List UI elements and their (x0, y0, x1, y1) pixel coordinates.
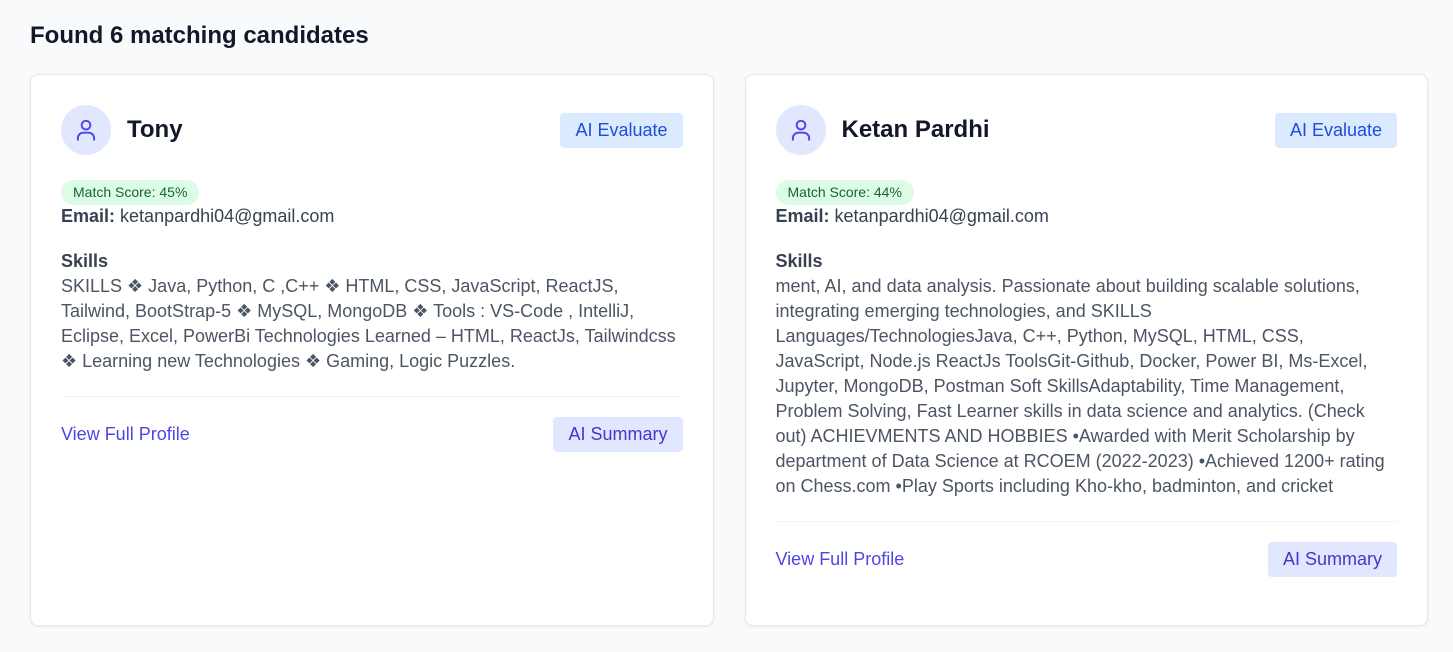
email-line: Email: ketanpardhi04@gmail.com (61, 205, 683, 227)
user-icon (791, 119, 810, 141)
candidate-identity: Ketan Pardhi (775, 105, 990, 155)
candidate-name: Tony (127, 116, 183, 143)
skills-section: Skills SKILLS ❖ Java, Python, C ,C++ ❖ H… (61, 249, 683, 397)
match-score-badge: Match Score: 44% (775, 180, 914, 205)
ai-summary-button[interactable]: AI Summary (1267, 541, 1397, 577)
card-header: Ketan Pardhi AI Evaluate (775, 105, 1397, 155)
results-page: Found 6 matching candidates Tony AI Eval… (0, 0, 1453, 652)
ai-summary-button[interactable]: AI Summary (553, 416, 683, 452)
card-header: Tony AI Evaluate (61, 105, 683, 155)
ai-evaluate-button[interactable]: AI Evaluate (1274, 112, 1397, 148)
view-full-profile-link[interactable]: View Full Profile (61, 424, 190, 445)
candidate-card: Ketan Pardhi AI Evaluate Match Score: 44… (744, 74, 1428, 626)
user-icon (76, 119, 96, 141)
ai-evaluate-button[interactable]: AI Evaluate (560, 112, 683, 148)
email-line: Email: ketanpardhi04@gmail.com (776, 205, 1398, 227)
card-footer: View Full Profile AI Summary (776, 522, 1397, 596)
results-title: Found 6 matching candidates (30, 22, 369, 49)
skills-text: SKILLS ❖ Java, Python, C ,C++ ❖ HTML, CS… (61, 274, 683, 397)
view-full-profile-link[interactable]: View Full Profile (776, 549, 905, 570)
email-value: ketanpardhi04@gmail.com (834, 206, 1049, 226)
candidate-identity: Tony (61, 105, 183, 155)
card-footer: View Full Profile AI Summary (61, 397, 683, 471)
avatar (775, 105, 826, 155)
email-value: ketanpardhi04@gmail.com (120, 206, 335, 226)
candidate-name: Ketan Pardhi (841, 116, 990, 143)
match-score-badge: Match Score: 45% (61, 180, 200, 205)
candidate-grid: Tony AI Evaluate Match Score: 45% Email:… (30, 74, 1428, 626)
email-label: Email: (61, 206, 116, 226)
skills-text: ment, AI, and data analysis. Passionate … (775, 274, 1397, 522)
skills-heading: Skills (775, 251, 823, 271)
skills-heading: Skills (61, 251, 109, 271)
avatar (61, 105, 111, 155)
email-label: Email: (775, 206, 830, 226)
skills-section: Skills ment, AI, and data analysis. Pass… (775, 249, 1397, 522)
candidate-card: Tony AI Evaluate Match Score: 45% Email:… (30, 74, 714, 626)
